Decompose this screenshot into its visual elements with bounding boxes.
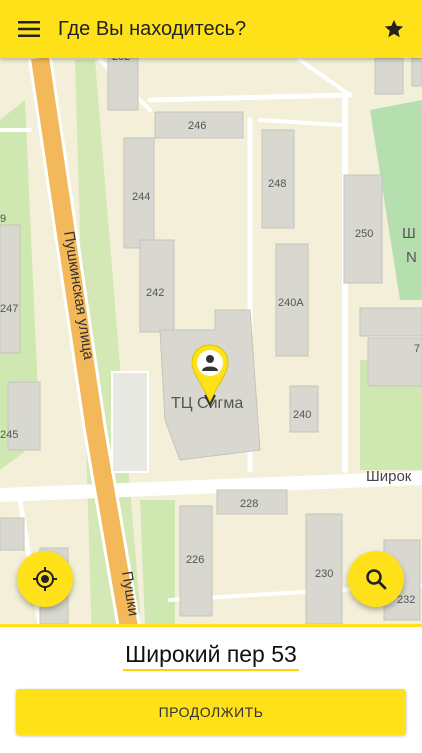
continue-button[interactable]: ПРОДОЛЖИТЬ	[16, 689, 406, 735]
building-label: 230	[315, 568, 333, 580]
building-label: 228	[240, 498, 258, 510]
building-label: 248	[268, 178, 286, 190]
my-location-icon	[33, 567, 57, 591]
building-label: 242	[146, 287, 164, 299]
building-label: 7	[414, 343, 420, 355]
building-label: 232	[397, 594, 415, 606]
building-label: 240А	[278, 297, 304, 309]
page-title: Где Вы находитесь?	[58, 17, 247, 40]
map-label: Ш	[402, 225, 416, 242]
building-label: 247	[0, 303, 18, 315]
building-label: 9	[0, 213, 6, 225]
building-label: 246	[188, 120, 206, 132]
star-icon	[384, 19, 404, 38]
search-icon	[366, 569, 387, 590]
building-label: 245	[0, 429, 18, 441]
search-button[interactable]	[348, 551, 404, 607]
location-pin-icon[interactable]	[190, 343, 230, 407]
map-label: N	[406, 249, 417, 266]
address-display[interactable]: Широкий пер 53	[0, 641, 422, 671]
address-text: Широкий пер 53	[123, 641, 299, 671]
hamburger-menu-icon	[18, 21, 40, 37]
menu-button[interactable]	[0, 0, 58, 58]
bottom-panel: Широкий пер 53 ПРОДОЛЖИТЬ	[0, 624, 422, 753]
building-label: 226	[186, 554, 204, 566]
top-app-bar: Где Вы находитесь?	[0, 0, 422, 58]
building-label: 250	[355, 228, 373, 240]
my-location-button[interactable]	[17, 551, 73, 607]
street-label-side: Широк	[366, 468, 412, 485]
building-label: 244	[132, 191, 150, 203]
favorites-button[interactable]	[366, 0, 422, 58]
building-label: 240	[293, 409, 311, 421]
